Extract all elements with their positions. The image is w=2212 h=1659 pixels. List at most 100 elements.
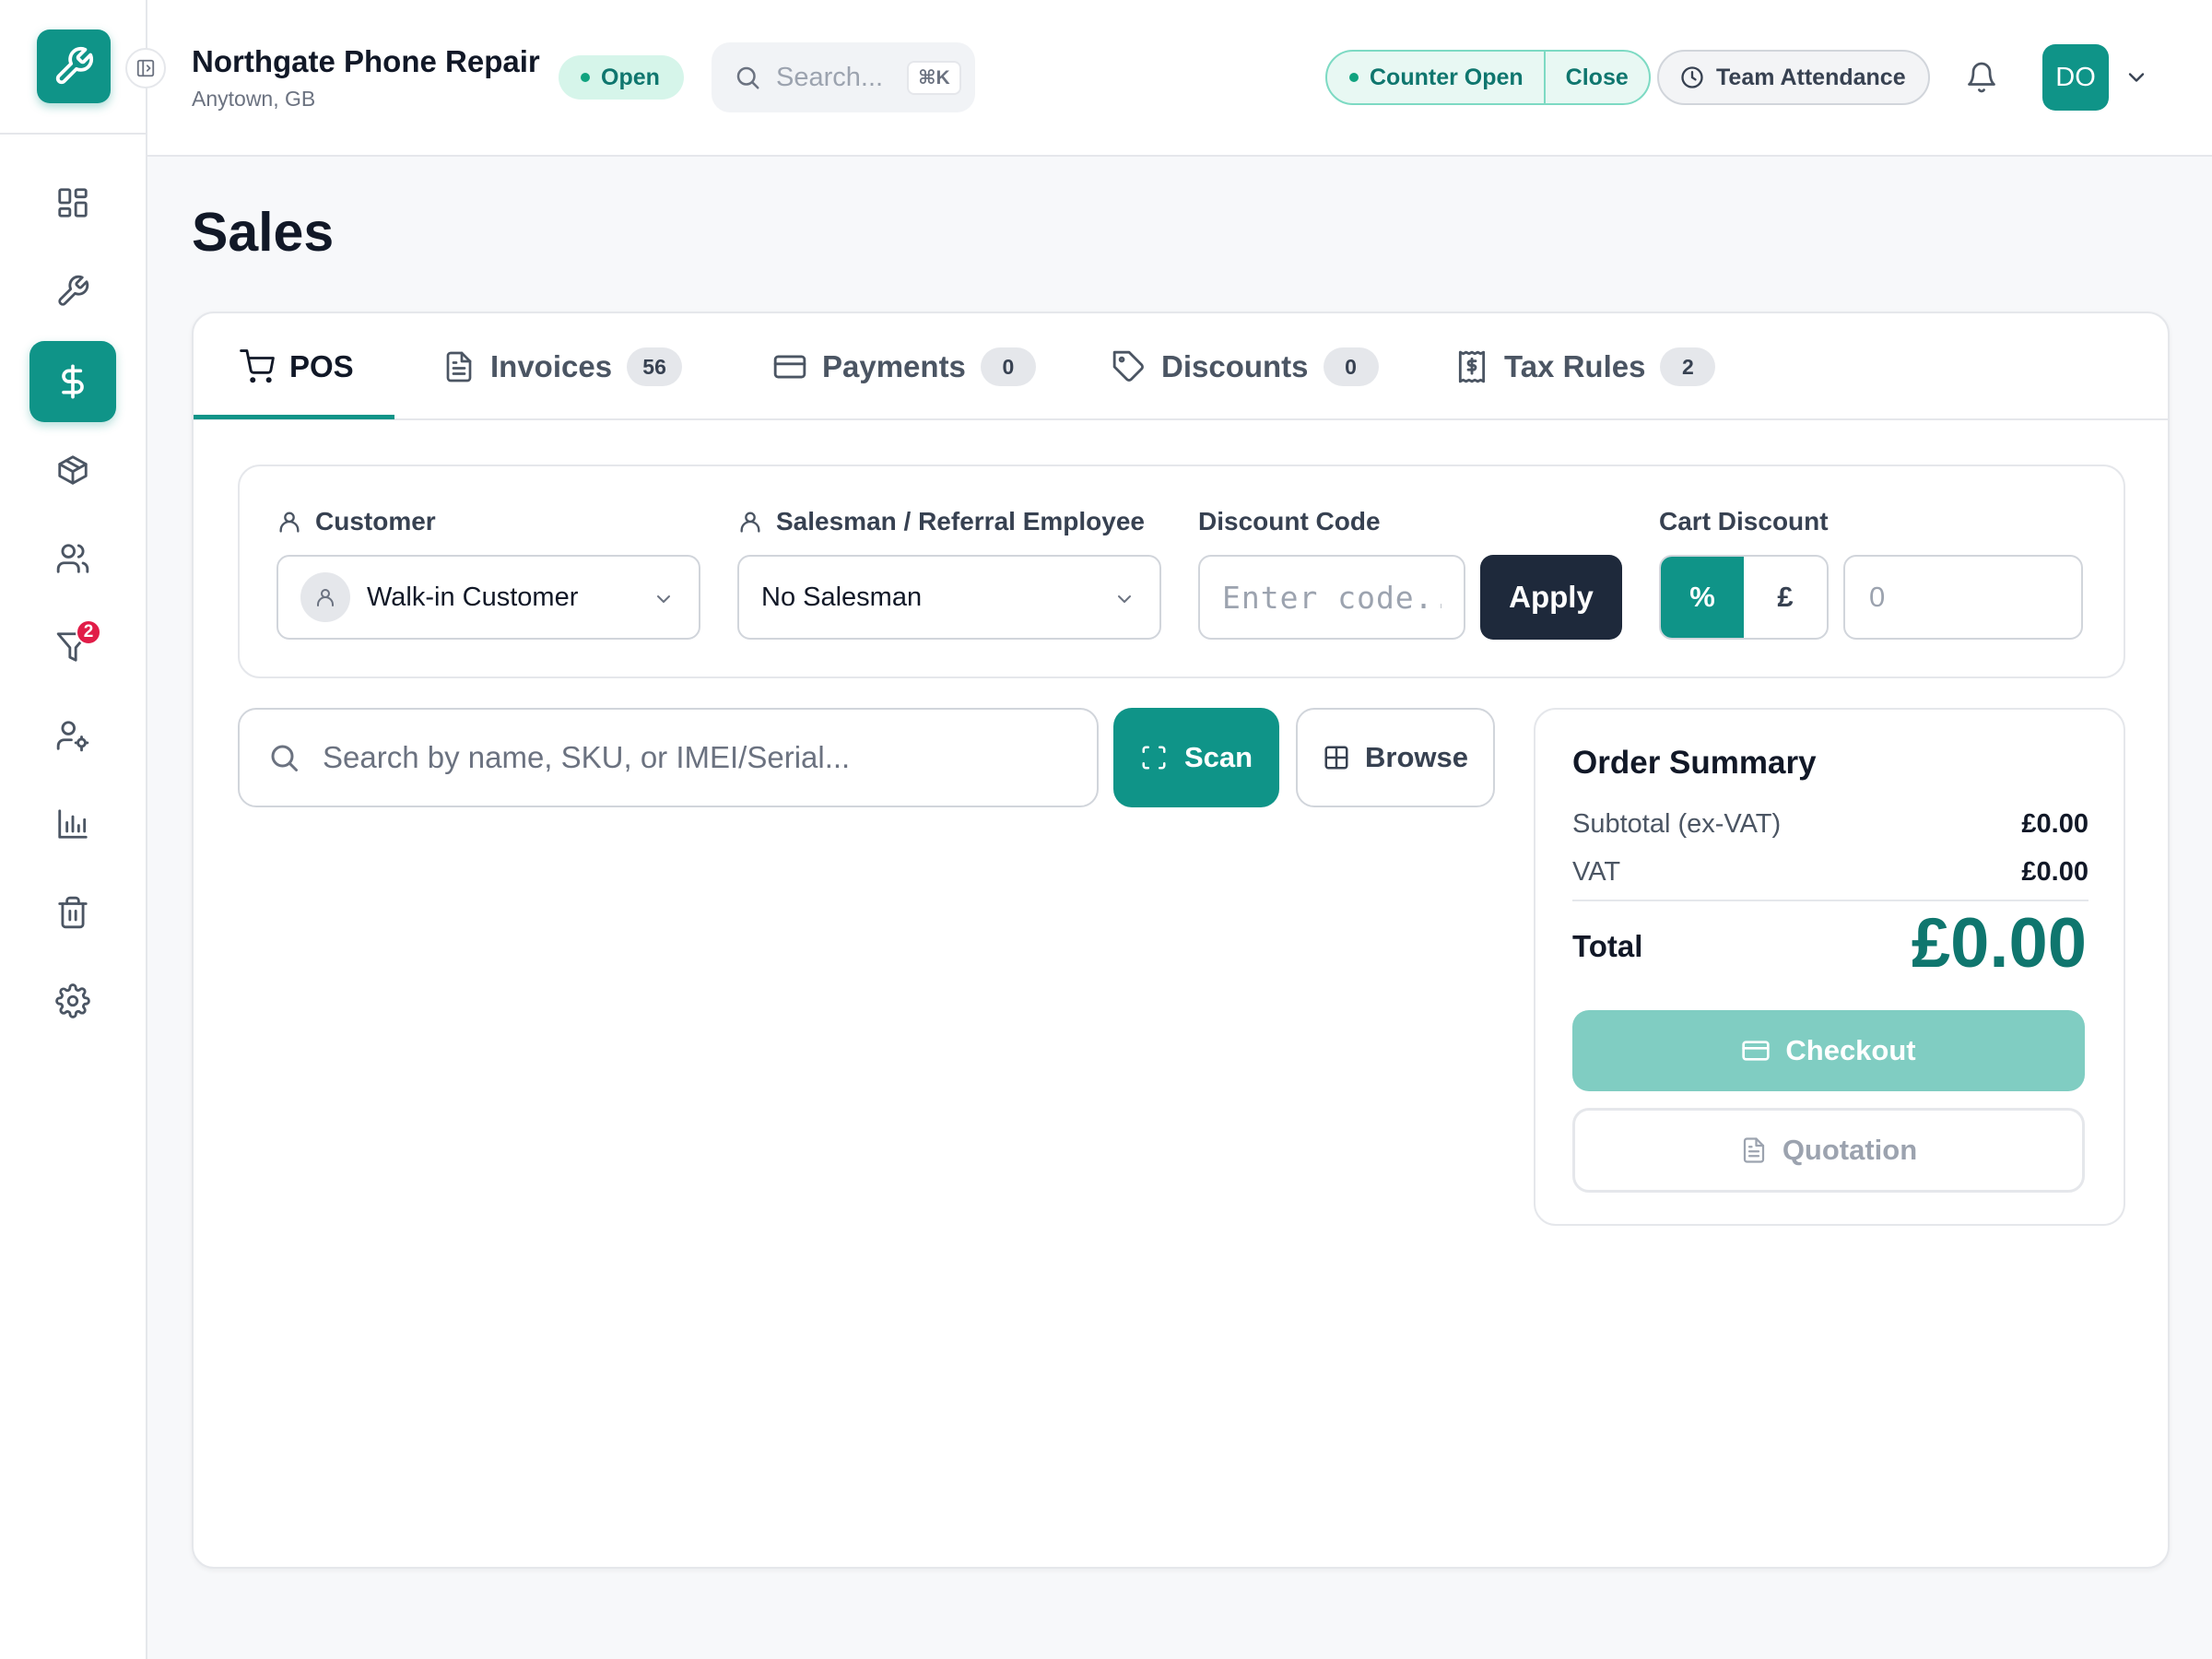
gear-icon (55, 983, 90, 1018)
browse-label: Browse (1365, 741, 1468, 773)
global-search-placeholder: Search... (776, 62, 884, 92)
cart-discount-label-text: Cart Discount (1659, 507, 1829, 535)
sales-tabs: POS Invoices 56 Payments 0 Discounts 0 T… (194, 313, 2168, 420)
user-avatar[interactable]: DO (2042, 44, 2109, 111)
counter-dot-icon (1349, 73, 1359, 82)
salesman-label: Salesman / Referral Employee (737, 507, 1145, 536)
customer-avatar (300, 572, 350, 622)
order-summary-panel: Order Summary Subtotal (ex-VAT) £0.00 VA… (1534, 708, 2125, 1226)
cart-discount-label: Cart Discount (1659, 507, 1829, 536)
sidebar-item-dashboard[interactable] (29, 162, 116, 243)
clock-icon (1681, 66, 1703, 88)
app-logo[interactable] (37, 29, 111, 103)
sidebar-collapse-button[interactable] (125, 48, 166, 88)
vat-label: VAT (1572, 857, 1621, 887)
tab-payments-count: 0 (980, 347, 1036, 386)
sidebar-item-sales[interactable] (29, 341, 116, 422)
trash-icon (58, 896, 88, 929)
user-icon (317, 589, 334, 606)
salesman-select[interactable]: No Salesman (737, 555, 1161, 640)
search-icon (736, 66, 759, 89)
apply-discount-button[interactable]: Apply (1480, 555, 1622, 640)
quotation-label: Quotation (1782, 1134, 1918, 1166)
tab-invoices[interactable]: Invoices 56 (442, 313, 683, 420)
sidebar-item-trash[interactable] (29, 872, 116, 953)
discount-code-label-text: Discount Code (1198, 507, 1381, 535)
product-search-input[interactable] (323, 740, 1060, 775)
salesman-value: No Salesman (761, 582, 923, 612)
active-tab-indicator (194, 415, 394, 419)
browse-button[interactable]: Browse (1296, 708, 1495, 807)
bell-icon (1968, 62, 1995, 93)
sidebar-item-leads[interactable]: 2 (29, 606, 116, 688)
total-label: Total (1572, 929, 1643, 963)
tab-pos-label: POS (289, 349, 354, 383)
grid-icon (1324, 746, 1348, 770)
top-header: Northgate Phone Repair Anytown, GB Open … (147, 0, 2212, 157)
product-search[interactable] (238, 708, 1099, 807)
customer-label-text: Customer (315, 507, 436, 535)
wrench-icon (58, 275, 89, 306)
counter-open-indicator: Counter Open (1327, 52, 1544, 103)
chevron-down-icon[interactable] (2124, 65, 2149, 90)
vat-row: VAT £0.00 (1572, 857, 2088, 888)
cart-discount-input[interactable] (1843, 555, 2083, 640)
search-shortcut-hint: ⌘K (907, 60, 961, 95)
wrench-logo-icon (55, 46, 94, 85)
vat-value: £0.00 (2021, 857, 2088, 887)
card-icon (1742, 1041, 1771, 1061)
tab-tax-rules-label: Tax Rules (1504, 349, 1646, 383)
counter-status-group: Counter Open Close (1325, 50, 1651, 105)
tab-payments[interactable]: Payments 0 (772, 313, 1036, 420)
tab-tax-rules-count: 2 (1660, 347, 1716, 386)
user-gear-icon (56, 721, 89, 752)
team-attendance-button[interactable]: Team Attendance (1657, 50, 1930, 105)
scan-button[interactable]: Scan (1113, 708, 1279, 807)
bar-chart-icon (58, 809, 88, 839)
user-icon (740, 512, 760, 533)
customer-label: Customer (276, 507, 436, 536)
panel-toggle-icon (136, 59, 155, 77)
sales-card: POS Invoices 56 Payments 0 Discounts 0 T… (192, 312, 2170, 1569)
chevron-down-icon (657, 595, 670, 603)
status-dot-icon (581, 73, 590, 82)
tab-payments-label: Payments (822, 349, 966, 383)
shop-name: Northgate Phone Repair (192, 44, 540, 78)
discount-code-label: Discount Code (1198, 507, 1381, 536)
discount-fixed-option[interactable]: £ (1744, 557, 1827, 638)
tab-discounts-count: 0 (1323, 347, 1379, 386)
sidebar-item-reports[interactable] (29, 783, 116, 865)
grid-icon (58, 188, 88, 218)
total-value: £0.00 (1911, 904, 2087, 982)
sidebar-item-settings[interactable] (29, 960, 116, 1041)
discount-code-input[interactable] (1198, 555, 1465, 640)
receipt-icon (1458, 350, 1486, 383)
sidebar-item-team[interactable] (29, 695, 116, 776)
team-attendance-label: Team Attendance (1716, 64, 1906, 90)
global-search[interactable]: Search... ⌘K (712, 42, 975, 112)
sidebar-item-inventory[interactable] (29, 429, 116, 511)
tag-icon (1112, 350, 1144, 382)
chevron-down-icon (1118, 595, 1131, 603)
subtotal-value: £0.00 (2021, 809, 2088, 839)
notifications-button[interactable] (1961, 57, 2002, 98)
user-icon (279, 512, 300, 533)
sidebar-item-repairs[interactable] (29, 251, 116, 332)
order-summary-title: Order Summary (1572, 745, 1817, 781)
cart-icon (240, 349, 275, 383)
shop-location: Anytown, GB (192, 87, 316, 111)
sidebar-item-customers[interactable] (29, 518, 116, 599)
tab-discounts[interactable]: Discounts 0 (1112, 313, 1379, 420)
card-icon (773, 355, 806, 379)
discount-percent-option[interactable]: % (1661, 557, 1744, 638)
counter-close-button[interactable]: Close (1543, 52, 1649, 103)
tab-pos[interactable]: POS (240, 313, 354, 420)
quotation-button[interactable]: Quotation (1572, 1108, 2085, 1193)
checkout-button[interactable]: Checkout (1572, 1010, 2085, 1091)
subtotal-row: Subtotal (ex-VAT) £0.00 (1572, 809, 2088, 840)
sidebar-logo-area (0, 0, 146, 135)
search-icon (271, 745, 298, 771)
customer-select[interactable]: Walk-in Customer (276, 555, 700, 640)
counter-open-label: Counter Open (1370, 64, 1524, 90)
tab-tax-rules[interactable]: Tax Rules 2 (1454, 313, 1716, 420)
